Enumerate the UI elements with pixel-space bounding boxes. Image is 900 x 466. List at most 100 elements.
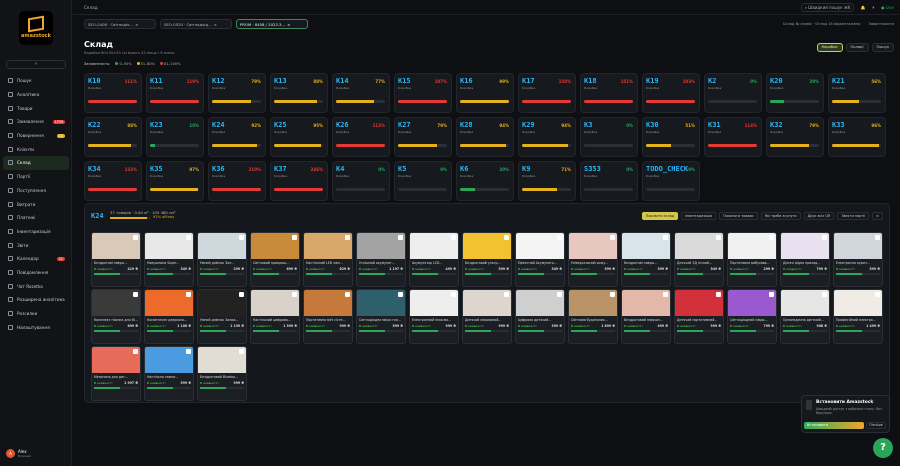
- select-checkbox[interactable]: [716, 292, 721, 297]
- cell-card[interactable]: K17 158% Коробка: [518, 73, 576, 113]
- sidebar-item-16[interactable]: Розширена аналітика: [3, 293, 69, 307]
- close-icon[interactable]: ×: [135, 22, 138, 27]
- select-checkbox[interactable]: [239, 292, 244, 297]
- sidebar-item-7[interactable]: Партії: [3, 170, 69, 184]
- product-card[interactable]: Умний дзвінок Зал... В наявності 299 ₴: [197, 232, 247, 287]
- cell-card[interactable]: K22 88% Коробка: [84, 117, 142, 157]
- select-checkbox[interactable]: [610, 235, 615, 240]
- product-card[interactable]: Дитячий 3Д нічний... В наявності 349 ₴: [674, 232, 724, 287]
- cell-card[interactable]: K24 92% Коробка: [208, 117, 266, 157]
- panel-tool-3[interactable]: Які треба зсунути: [760, 212, 801, 220]
- sidebar-item-5[interactable]: Клієнти: [3, 142, 69, 156]
- sidebar-item-4[interactable]: Повернення 12: [3, 129, 69, 143]
- cell-card[interactable]: K16 99% Коробка: [456, 73, 514, 113]
- download-link[interactable]: Завантажити: [869, 22, 894, 26]
- sidebar-item-3[interactable]: Замовлення 1759: [3, 115, 69, 129]
- panel-tool-2[interactable]: Показати товари: [719, 212, 758, 220]
- product-card[interactable]: Косметичне дзеркало... В наявності 1 100 ₴: [144, 289, 194, 344]
- cell-card[interactable]: K9 71% Коробка: [518, 161, 576, 201]
- sidebar-item-18[interactable]: Налаштування: [3, 320, 69, 334]
- select-checkbox[interactable]: [557, 235, 562, 240]
- sidebar-item-9[interactable]: Витрати: [3, 197, 69, 211]
- product-card[interactable]: Комплект ніжних для Bl... В наявності 699 …: [91, 289, 141, 344]
- tab-1[interactable]: SEO-0520 · Світлодіод... ×: [160, 19, 232, 29]
- header-button-2[interactable]: Пошук: [871, 43, 894, 52]
- cell-card[interactable]: K6 30% Коробка: [456, 161, 514, 201]
- product-card[interactable]: Настільний цифрово... В наявності 1 399 ₴: [250, 289, 300, 344]
- product-card[interactable]: Бездротові навуш... В наявності 399 ₴: [621, 232, 671, 287]
- product-card[interactable]: Бездротові навуш... В наявності 419 ₴: [91, 232, 141, 287]
- select-checkbox[interactable]: [875, 235, 880, 240]
- select-checkbox[interactable]: [133, 235, 138, 240]
- install-button[interactable]: Встановити: [804, 422, 864, 429]
- close-icon[interactable]: ×: [287, 22, 290, 27]
- select-checkbox[interactable]: [663, 235, 668, 240]
- panel-tool-1[interactable]: Інвентаризація: [681, 212, 717, 220]
- select-checkbox[interactable]: [451, 235, 456, 240]
- select-checkbox[interactable]: [239, 235, 244, 240]
- later-button[interactable]: Пізніше: [866, 422, 886, 429]
- select-checkbox[interactable]: [504, 235, 509, 240]
- product-card[interactable]: Настільна лампа... В наявності 599 ₴: [144, 346, 194, 401]
- product-card[interactable]: Успішний акумулят... В наявності 1 197 ₴: [356, 232, 406, 287]
- sidebar-item-11[interactable]: Інвентаризація: [3, 225, 69, 239]
- product-card[interactable]: Настільний LED лам... В наявності 629 ₴: [303, 232, 353, 287]
- select-checkbox[interactable]: [186, 349, 191, 354]
- product-card[interactable]: Ортопедична дитячий... В наявності 908 ₴: [780, 289, 830, 344]
- cell-card[interactable]: S353 0% Коробка: [580, 161, 638, 201]
- select-checkbox[interactable]: [822, 235, 827, 240]
- cell-card[interactable]: K23 10% Коробка: [146, 117, 204, 157]
- tab-2[interactable]: PROM · 8458 / 2023.3... ×: [236, 19, 308, 29]
- close-icon[interactable]: ×: [214, 22, 217, 27]
- select-checkbox[interactable]: [345, 235, 350, 240]
- sidebar-item-14[interactable]: Повідомлення: [3, 266, 69, 280]
- sidebar-item-2[interactable]: Товари: [3, 101, 69, 115]
- header-button-0[interactable]: Коробки: [816, 43, 843, 52]
- product-card[interactable]: Світлодіодний мікро... В наявності 799 ₴: [727, 289, 777, 344]
- cell-card[interactable]: K5 0% Коробка: [394, 161, 452, 201]
- product-card[interactable]: Бездротовий навушн... В наявності 499 ₴: [621, 289, 671, 344]
- cell-card[interactable]: K33 96% Коробка: [828, 117, 886, 157]
- sidebar-item-17[interactable]: Розсилки: [3, 307, 69, 321]
- sidebar-item-8[interactable]: Поступлення: [3, 184, 69, 198]
- product-card[interactable]: Дитячий керований... В наявності 999 ₴: [462, 289, 512, 344]
- theme-icon[interactable]: ☀: [871, 5, 875, 10]
- panel-tool-0[interactable]: Показати склад: [641, 212, 679, 220]
- cell-card[interactable]: K3 0% Коробка: [580, 117, 638, 157]
- select-checkbox[interactable]: [133, 292, 138, 297]
- sidebar-item-15[interactable]: Чат Rozetka: [3, 279, 69, 293]
- select-checkbox[interactable]: [504, 292, 509, 297]
- select-checkbox[interactable]: [663, 292, 668, 297]
- product-card[interactable]: Бездротовий Bluetoo... В наявності 999 ₴: [197, 346, 247, 401]
- select-checkbox[interactable]: [451, 292, 456, 297]
- sidebar-item-1[interactable]: Аналітика: [3, 88, 69, 102]
- cell-card[interactable]: K30 51% Коробка: [642, 117, 700, 157]
- select-checkbox[interactable]: [398, 235, 403, 240]
- cell-card[interactable]: K32 79% Коробка: [766, 117, 824, 157]
- sidebar-item-0[interactable]: Пошук: [3, 74, 69, 88]
- sidebar-item-12[interactable]: Звіти: [3, 238, 69, 252]
- cell-card[interactable]: K2 0% Коробка: [704, 73, 762, 113]
- panel-tool-5[interactable]: Звести партії: [837, 212, 870, 220]
- product-card[interactable]: Бездротовий ультр... В наявності 599 ₴: [462, 232, 512, 287]
- panel-tool-6[interactable]: ×: [872, 212, 883, 220]
- cell-card[interactable]: TODO_CHECK 0% Коробка: [642, 161, 700, 201]
- cell-card[interactable]: K27 79% Коробка: [394, 117, 452, 157]
- cell-card[interactable]: K36 210% Коробка: [208, 161, 266, 201]
- product-card[interactable]: Портативна вибухова... В наявності 299 ₴: [727, 232, 777, 287]
- product-card[interactable]: Професійний електро... В наявності 1 499 ₴: [833, 289, 883, 344]
- product-card[interactable]: Світлова будильник... В наявності 1 899 ₴: [568, 289, 618, 344]
- user-profile[interactable]: A Alex Власник: [6, 449, 31, 458]
- select-checkbox[interactable]: [292, 235, 297, 240]
- help-button[interactable]: ?: [873, 438, 893, 458]
- cell-card[interactable]: K12 79% Коробка: [208, 73, 266, 113]
- cell-card[interactable]: K29 94% Коробка: [518, 117, 576, 157]
- select-checkbox[interactable]: [716, 235, 721, 240]
- select-checkbox[interactable]: [822, 292, 827, 297]
- cell-card[interactable]: K21 56% Коробка: [828, 73, 886, 113]
- product-card[interactable]: Світлодіодна мікро гол... В наявності 599 …: [356, 289, 406, 344]
- sidebar-item-13[interactable]: Календар 21: [3, 252, 69, 266]
- product-card[interactable]: Умний дзвінок Замка... В наявності 1 199 ₴: [197, 289, 247, 344]
- quick-search-button[interactable]: ⌕ Швидкий пошук ⌘K: [800, 3, 855, 12]
- product-card[interactable]: Універсальний кожу... В наявності 599 ₴: [568, 232, 618, 287]
